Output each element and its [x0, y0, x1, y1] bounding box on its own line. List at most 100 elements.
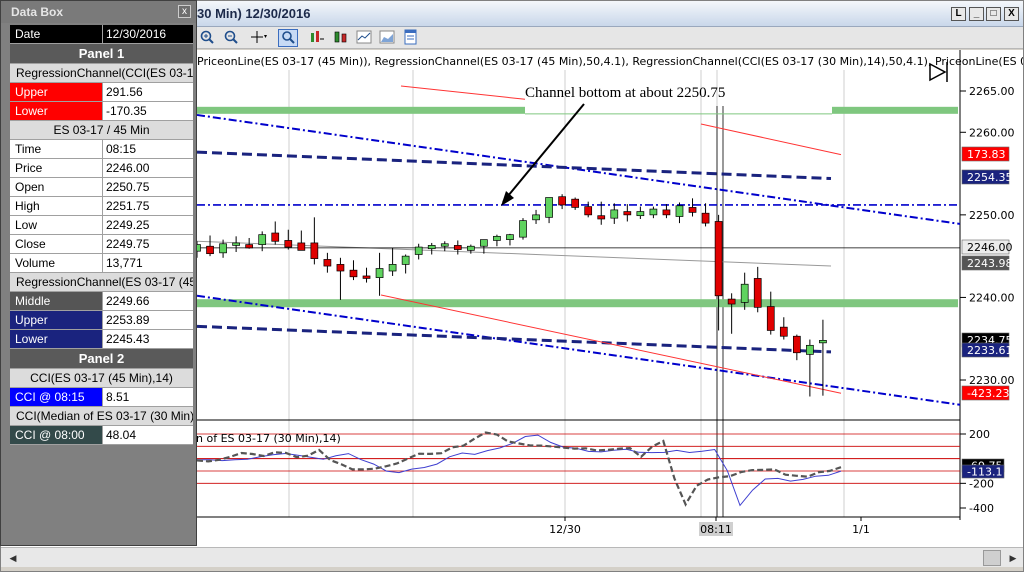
data-box-titlebar[interactable]: Data Box x: [1, 1, 196, 23]
zoom-in-icon[interactable]: [197, 29, 217, 47]
area-chart-icon[interactable]: [377, 29, 397, 47]
row-value: 2249.75: [103, 235, 193, 253]
bar-chart-icon[interactable]: [307, 29, 327, 47]
price-marker-label: 2246.00: [967, 241, 1013, 254]
row-label: Middle: [10, 292, 103, 310]
candle-body: [753, 278, 762, 308]
row-label: High: [10, 197, 103, 215]
candle-body: [336, 264, 345, 272]
row-label: CCI @ 08:15: [10, 388, 103, 406]
price-line-band: [197, 106, 525, 114]
cci-panel-title: n of ES 03-17 (30 Min),14): [196, 432, 341, 445]
candle-body: [493, 235, 501, 241]
upper-channel-row: Upper 2253.89: [10, 311, 193, 330]
candle-body: [388, 264, 397, 272]
zoom-out-icon[interactable]: [221, 29, 241, 47]
date-row: Date 12/30/2016: [10, 25, 193, 44]
scroll-left-icon[interactable]: ◀: [5, 550, 21, 566]
middle-row: Middle 2249.66: [10, 292, 193, 311]
candle-body: [323, 259, 332, 267]
price-marker: 173.83: [961, 146, 1010, 162]
candle-body: [806, 344, 814, 355]
candle-body: [662, 209, 671, 216]
data-box-panel: Data Box x Date 12/30/2016 Panel 1 Regre…: [0, 0, 197, 546]
line-chart-icon[interactable]: [354, 29, 374, 47]
candle-body: [675, 205, 684, 217]
price-tick-label: 2230.00: [969, 374, 1015, 387]
candle-body: [440, 243, 449, 247]
window-maximize-button[interactable]: □: [986, 7, 1001, 21]
cci-median-header: CCI(Median of ES 03-17 (30 Min),: [10, 407, 193, 426]
candle-body: [779, 326, 788, 337]
candle-body: [819, 340, 827, 344]
price-marker: 2233.61: [961, 342, 1013, 358]
candle-body: [558, 196, 566, 206]
row-value: 2250.75: [103, 178, 193, 196]
candle-body: [453, 245, 462, 250]
price-tick-label: 2240.00: [969, 291, 1015, 304]
ohlc-row: Time 08:15: [10, 140, 193, 159]
candle-body: [375, 268, 384, 278]
price-marker: 2243.98: [961, 255, 1013, 271]
row-value: 2246.00: [103, 159, 193, 177]
candlestick-icon[interactable]: [331, 29, 351, 47]
candle-body: [766, 306, 775, 331]
ohlc-row: High 2251.75: [10, 197, 193, 216]
row-value: 291.56: [103, 83, 193, 101]
crosshair-icon[interactable]: [249, 29, 269, 47]
data-box-close-button[interactable]: x: [178, 5, 191, 18]
row-value: 12/30/2016: [103, 25, 193, 43]
magnifier-select-icon[interactable]: [278, 29, 298, 47]
scrollbar-thumb[interactable]: [983, 550, 1001, 566]
candle-body: [258, 234, 267, 245]
candle-body: [414, 246, 423, 255]
scroll-right-icon[interactable]: ▶: [1005, 550, 1021, 566]
price-marker: 2246.00: [961, 239, 1013, 255]
time-tick-label: 1/1: [852, 523, 870, 536]
price-line-band: [832, 106, 958, 114]
candle-body: [636, 211, 645, 217]
cci-row: CCI @ 08:15 8.51: [10, 388, 193, 407]
cci-tick-label: -200: [969, 477, 994, 490]
symbol-header: ES 03-17 / 45 Min: [10, 121, 193, 140]
window-close-button[interactable]: X: [1004, 7, 1019, 21]
candle-body: [571, 198, 580, 208]
window-minimize-button[interactable]: _: [969, 7, 984, 21]
price-tick-label: 2250.00: [969, 209, 1015, 222]
candle-body: [349, 269, 358, 278]
price-marker: -423.23: [961, 385, 1009, 401]
time-tick-label: 08:11: [700, 523, 732, 536]
ohlc-row: Volume 13,771: [10, 254, 193, 273]
candle-body: [466, 245, 475, 251]
ohlc-row: Low 2249.25: [10, 216, 193, 235]
candle-body: [610, 209, 619, 219]
row-label: Lower: [10, 330, 103, 348]
row-value: 2245.43: [103, 330, 193, 348]
properties-icon[interactable]: [401, 29, 421, 47]
candle-body: [519, 220, 527, 238]
row-label: Close: [10, 235, 103, 253]
candle-body: [545, 197, 553, 218]
window-restore-button[interactable]: L: [951, 7, 966, 21]
horizontal-scrollbar[interactable]: ◀ ▶: [1, 547, 1023, 567]
row-label: Upper: [10, 83, 103, 101]
row-value: 2253.89: [103, 311, 193, 329]
cci-tick-label: 200: [969, 428, 990, 441]
price-marker-label: -423.23: [967, 387, 1009, 400]
candle-body: [206, 245, 214, 255]
candle-body: [480, 239, 488, 247]
row-label: Upper: [10, 311, 103, 329]
candle-body: [532, 214, 540, 221]
candle-body: [245, 244, 254, 249]
indicator-legend: PriceonLine(ES 03-17 (45 Min)), Regressi…: [197, 55, 1023, 68]
ohlc-row: Price 2246.00: [10, 159, 193, 178]
candle-body: [623, 211, 632, 216]
row-label: Low: [10, 216, 103, 234]
candle-body: [362, 275, 371, 279]
ohlc-row: Open 2250.75: [10, 178, 193, 197]
candle-body: [232, 242, 240, 246]
row-label: Volume: [10, 254, 103, 272]
ohlc-rows: Time 08:15 Price 2246.00 Open 2250.75 High 2251…: [10, 140, 193, 273]
lower-row: Lower -170.35: [10, 102, 193, 121]
candle-body: [310, 242, 319, 259]
